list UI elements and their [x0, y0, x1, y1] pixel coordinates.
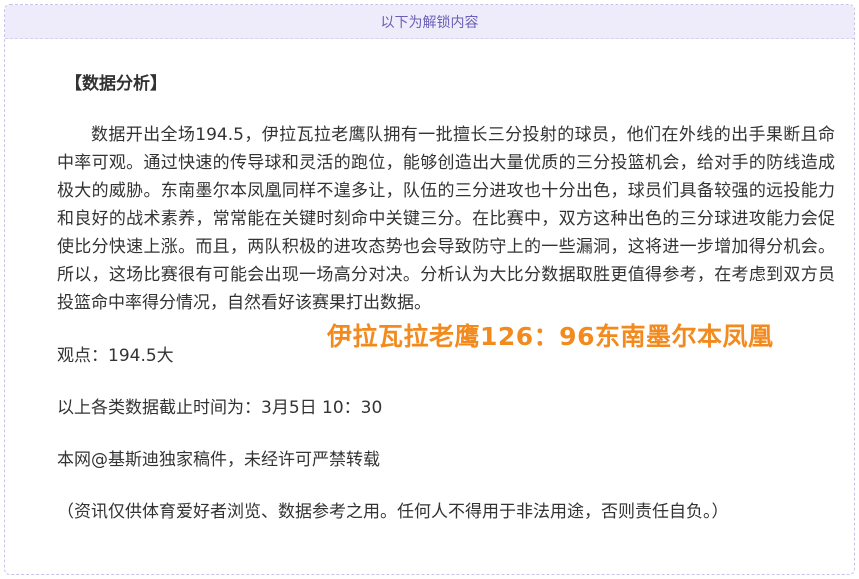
verdict-line: 观点：194.5大 — [57, 346, 174, 366]
data-cutoff-line: 以上各类数据截止时间为：3月5日 10：30 — [57, 398, 383, 418]
section-title: 【数据分析】 — [65, 74, 167, 94]
unlock-banner-label: 以下为解锁内容 — [380, 14, 479, 31]
match-result-overlay: 伊拉瓦拉老鹰126：96东南墨尔本凤凰 — [327, 322, 774, 351]
disclaimer-text: （资讯仅供体育爱好者浏览、数据参考之用。任何人不得用于非法用途，否则责任自负。） — [57, 502, 729, 522]
unlock-banner: 以下为解锁内容 — [5, 5, 854, 39]
copyright-notice: 本网@基斯迪独家稿件，未经许可严禁转载 — [57, 450, 380, 470]
analysis-paragraph: 数据开出全场194.5，伊拉瓦拉老鹰队拥有一批擅长三分投射的球员，他们在外线的出… — [57, 125, 835, 313]
unlocked-content-panel: 以下为解锁内容 【数据分析】 数据开出全场194.5，伊拉瓦拉老鹰队拥有一批擅长… — [4, 4, 855, 575]
